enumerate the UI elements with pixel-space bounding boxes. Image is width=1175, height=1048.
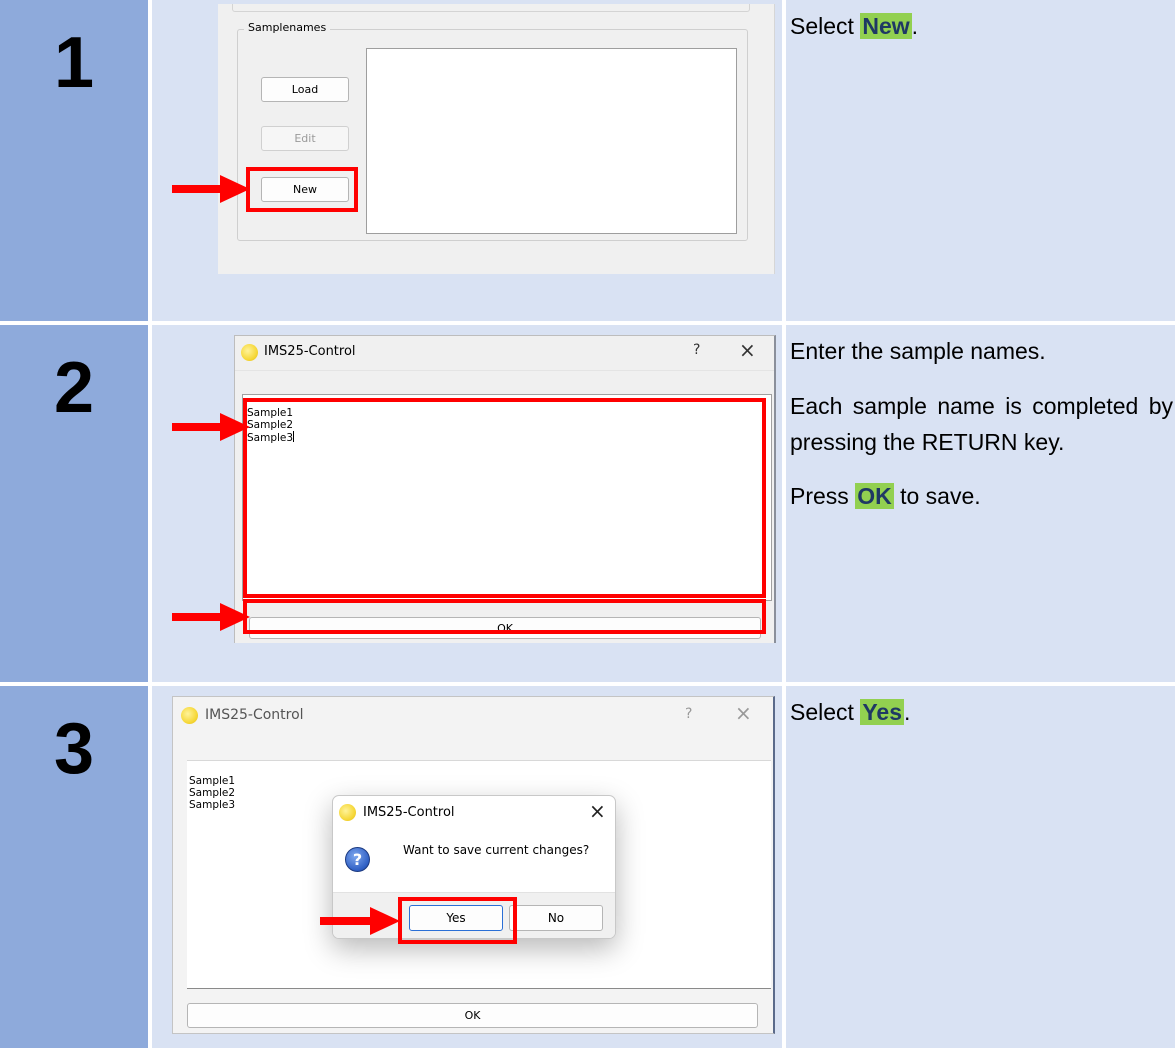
step-number: 1 (53, 23, 95, 103)
instruction-text: Select New. (790, 13, 919, 39)
step-number: 3 (53, 709, 95, 789)
step-screenshot-cell: IMS25-Control ? × Sample1 Sample2 Sample… (152, 325, 782, 682)
step-instruction-cell: Select Yes. (786, 686, 1175, 1048)
window-title: IMS25-Control (205, 707, 304, 723)
instruction-text: Select Yes. (790, 699, 911, 725)
step-number-cell: 2 (0, 325, 148, 682)
window-title: IMS25-Control (264, 344, 356, 359)
pointer-arrow-icon (172, 175, 250, 203)
load-button[interactable]: Load (261, 77, 349, 102)
step-instruction-cell: Select New. (786, 0, 1175, 321)
highlight-ok: OK (855, 483, 894, 509)
step-number-cell: 3 (0, 686, 148, 1048)
app-logo-icon (181, 707, 198, 724)
highlight-new: New (860, 13, 912, 39)
question-icon: ? (345, 847, 370, 872)
sample-line-3: Sample3 (189, 799, 236, 811)
dialog-title: IMS25-Control (363, 805, 455, 820)
app-logo-icon (339, 804, 356, 821)
step-screenshot-cell: Samplenames Load Edit New (152, 0, 782, 321)
help-icon[interactable]: ? (685, 706, 692, 722)
dialog-message: Want to save current changes? (403, 843, 590, 857)
pointer-arrow-icon (320, 907, 400, 935)
step-screenshot-cell: IMS25-Control ? × Sample1 Sample2 Sample… (152, 686, 782, 1048)
sample-line-1: Sample1 (189, 775, 236, 787)
instruction-line-1: Enter the sample names. (790, 338, 1046, 364)
step-row-3: 3 IMS25-Control ? × Sample1 Sample2 Samp… (0, 686, 1175, 1048)
panel-top-border (232, 4, 750, 12)
step-number-cell: 1 (0, 0, 148, 321)
app-logo-icon (241, 344, 258, 361)
step-number: 2 (53, 348, 95, 428)
no-button[interactable]: No (509, 905, 603, 931)
highlight-box-yes (398, 897, 517, 944)
ok-button[interactable]: OK (187, 1003, 758, 1028)
dialog-close-icon[interactable]: × (589, 799, 606, 823)
samplenames-list[interactable] (366, 48, 737, 234)
title-separator (235, 370, 774, 371)
edit-button[interactable]: Edit (261, 126, 349, 151)
samplenames-panel: Samplenames Load Edit New (218, 4, 775, 274)
pointer-arrow-icon (172, 603, 250, 631)
highlight-yes: Yes (860, 699, 904, 725)
highlight-box-textarea (243, 398, 766, 598)
close-icon[interactable]: × (735, 701, 752, 725)
pointer-arrow-icon (172, 413, 250, 441)
step-row-2: 2 IMS25-Control ? × Sample1 Sample2 Samp… (0, 325, 1175, 682)
step-instruction-cell: Enter the sample names. Each sample name… (786, 325, 1175, 682)
highlight-box-new (246, 167, 358, 212)
highlight-box-ok (243, 599, 766, 634)
groupbox-title: Samplenames (244, 21, 331, 34)
instruction-line-3: Press OK to save. (790, 483, 981, 509)
step-row-1: 1 Samplenames Load Edit New Select New. (0, 0, 1175, 321)
close-icon[interactable]: × (739, 338, 756, 362)
help-icon[interactable]: ? (693, 342, 700, 358)
instruction-line-2: Each sample name is completed by pressin… (790, 393, 1173, 455)
sample-line-2: Sample2 (189, 787, 236, 799)
